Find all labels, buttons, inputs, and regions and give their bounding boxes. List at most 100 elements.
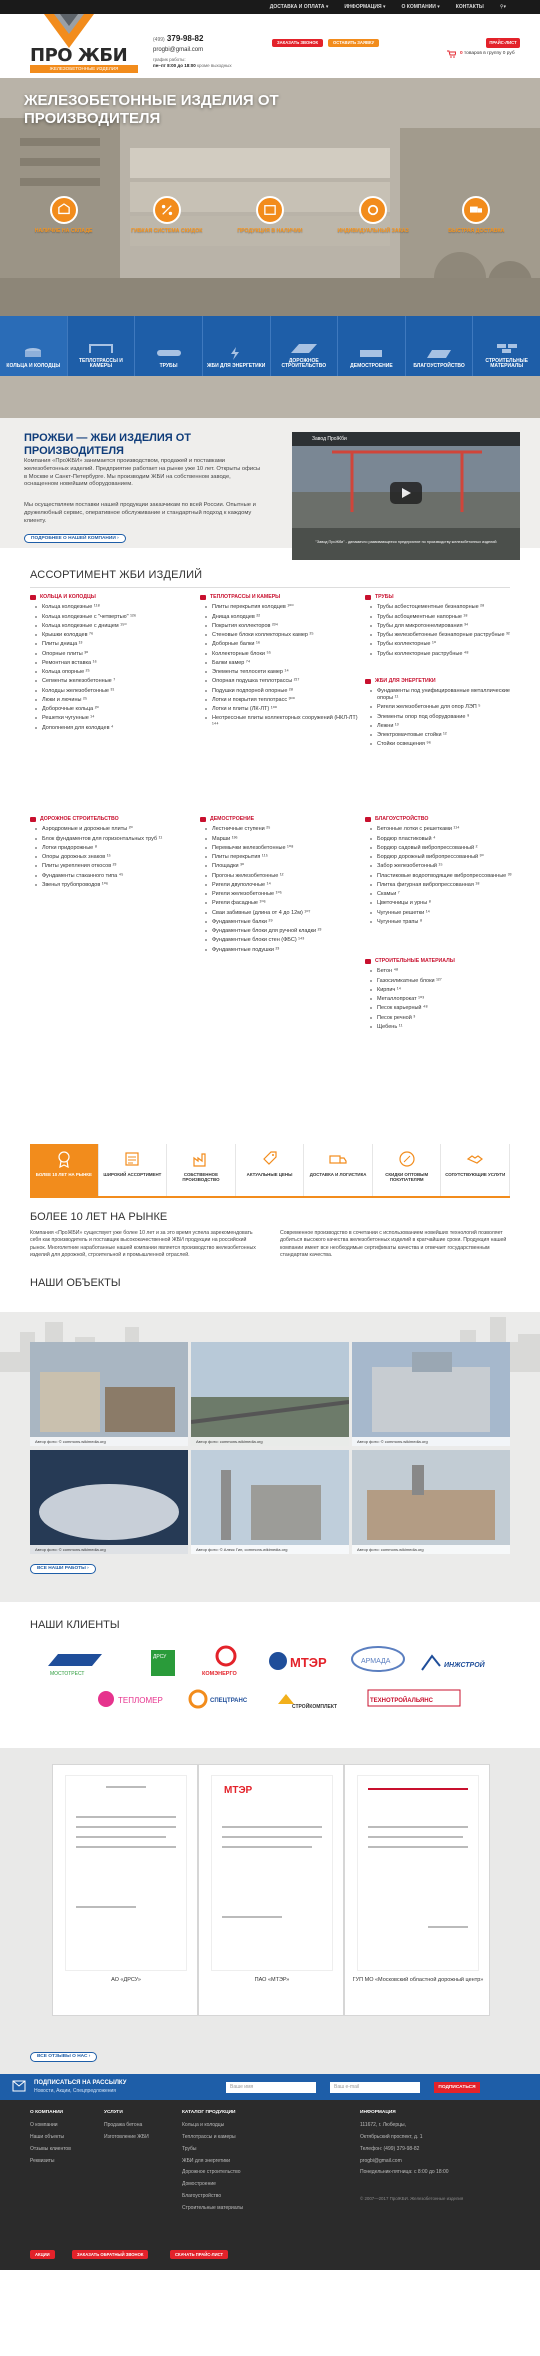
list-item[interactable]: Подушки подпорной опорные ²⁸ — [200, 688, 360, 695]
footer-link[interactable]: Строительные материалы — [182, 2205, 243, 2212]
object-photo[interactable]: Автор фото: © commons.wikimedia.org — [352, 1342, 510, 1446]
footer-link[interactable]: О компании — [30, 2122, 71, 2129]
client-logo[interactable]: АРМАДА — [348, 1646, 408, 1676]
list-item[interactable]: Чугунные трапы ⁸ — [365, 919, 525, 926]
cart-summary[interactable]: 0 товаров в группу 0 руб — [460, 51, 515, 57]
client-logo[interactable]: ДРСУ — [148, 1648, 178, 1678]
list-item[interactable]: Ригели фасадные ¹⁰⁶ — [200, 900, 360, 907]
tab-production[interactable]: СОБСТВЕННОЕ ПРОИЗВОДСТВО — [167, 1144, 236, 1196]
list-item[interactable]: Плиты укрепления откосов ²³ — [30, 863, 190, 870]
list-item[interactable]: Фундаментные подушки ²³ — [200, 947, 360, 954]
topnav-contacts[interactable]: КОНТАКТЫ — [456, 4, 484, 11]
phone[interactable]: (499) 379-98-82 — [153, 34, 253, 45]
list-item[interactable]: Кольца колодезные с "четвертью" ¹²⁶ — [30, 614, 190, 621]
client-logo[interactable]: СПЕЦТРАНС — [188, 1684, 264, 1714]
list-item[interactable]: Лотки и плиты (ЛК-ЛТ) ¹⁰⁰ — [200, 706, 360, 713]
email-input[interactable]: Ваш e-mail — [330, 2082, 420, 2093]
list-item[interactable]: Звенья трубопроводов ¹⁰⁶ — [30, 882, 190, 889]
download-price-button[interactable]: СКАЧАТЬ ПРАЙС-ЛИСТ — [170, 2250, 229, 2259]
list-item[interactable]: Люки и лючины ²⁵ — [30, 697, 190, 704]
footer-link[interactable]: Теплотрассы и камеры — [182, 2134, 243, 2141]
list-item[interactable]: Опоры дорожных знаков ¹⁵ — [30, 854, 190, 861]
list-item[interactable]: Кольца опорные ²⁵ — [30, 669, 190, 676]
tab-delivery[interactable]: ДОСТАВКА И ЛОГИСТИКА — [304, 1144, 373, 1196]
list-item[interactable]: Блок фундаментов для горизонтальных труб… — [30, 836, 190, 843]
list-item[interactable]: Бетон ⁴⁸ — [365, 968, 525, 975]
list-item[interactable]: Ригели двуполочные ¹⁴ — [200, 882, 360, 889]
footer-link[interactable]: ЖБИ для энергетики — [182, 2158, 243, 2165]
list-item[interactable]: Ригели железобетонные для опор ЛЭП ⁵ — [365, 704, 525, 711]
list-item[interactable]: Плиты днища ¹³ — [30, 641, 190, 648]
list-item[interactable]: Опорная подушка теплотрассы ²¹⁷ — [200, 678, 360, 685]
tab-years[interactable]: БОЛЕЕ 10 ЛЕТ НА РЫНКЕ — [30, 1144, 99, 1196]
list-item[interactable]: Бордюр пластиковый ⁴ — [365, 836, 525, 843]
all-reviews-button[interactable]: ВСЕ ОТЗЫВЫ О НАС › — [30, 2052, 98, 2062]
list-item[interactable]: Фундаменты под унифицированные металличе… — [365, 688, 525, 702]
list-item[interactable]: Трубы для микротоннелирования ³⁴ — [365, 623, 525, 630]
list-item[interactable]: Трубы железобетонные безнапорные раструб… — [365, 632, 525, 639]
list-item[interactable]: Плитка фигурная вибропрессованная ¹⁸ — [365, 882, 525, 889]
client-logo[interactable]: ТЕПЛОМЕР — [96, 1684, 178, 1714]
list-item[interactable]: Покрытия коллекторов ²³⁴ — [200, 623, 360, 630]
list-item[interactable]: Щебень ¹¹ — [365, 1024, 525, 1031]
group-title[interactable]: КОЛЬЦА И КОЛОДЦЫ — [30, 594, 190, 601]
promotions-button[interactable]: АКЦИИ — [30, 2250, 55, 2259]
footer-link[interactable]: Отзывы клиентов — [30, 2146, 71, 2153]
list-item[interactable]: Плиты перекрытия колодцев ¹⁰⁰ — [200, 604, 360, 611]
topnav-company[interactable]: О КОМПАНИИ ▾ — [402, 4, 440, 11]
group-title[interactable]: БЛАГОУСТРОЙСТВО — [365, 816, 525, 823]
client-logo[interactable]: ТЕХНОТРОЙАЛЬЯНС — [366, 1684, 462, 1714]
client-logo[interactable]: ИНЖСТРОЙ — [418, 1648, 506, 1678]
list-item[interactable]: Элементы опор под оборудование ⁹ — [365, 714, 525, 721]
list-item[interactable]: Кольца колодезные ¹¹⁸ — [30, 604, 190, 611]
price-list-button[interactable]: ПРАЙС-ЛИСТ — [486, 38, 520, 48]
list-item[interactable]: Пластиковые водоотводящие вибропрессован… — [365, 873, 525, 880]
object-photo[interactable]: Автор фото: © commons.wikimedia.org — [30, 1342, 188, 1446]
list-item[interactable]: Трубы асбоцементные напорные ¹⁸ — [365, 614, 525, 621]
tab-prices[interactable]: АКТУАЛЬНЫЕ ЦЕНЫ — [236, 1144, 305, 1196]
category-pipes[interactable]: ТРУБЫ — [135, 316, 203, 376]
all-works-button[interactable]: ВСЕ НАШИ РАБОТЫ › — [30, 1564, 96, 1574]
list-item[interactable]: Площадки ³⁰ — [200, 863, 360, 870]
object-photo[interactable]: Автор фото: commons.wikimedia.org — [352, 1450, 510, 1554]
review-card[interactable]: ГУП МО «Московский областной дорожный це… — [344, 1764, 490, 2016]
list-item[interactable]: Дополнения для колодцев ⁴ — [30, 725, 190, 732]
footer-link[interactable]: Изготовление ЖБИ — [104, 2134, 149, 2141]
list-item[interactable]: Прогоны железобетонные ¹² — [200, 873, 360, 880]
list-item[interactable]: Колодцы железобетонные ³¹ — [30, 688, 190, 695]
tab-range[interactable]: ШИРОКИЙ АССОРТИМЕНТ — [99, 1144, 168, 1196]
list-item[interactable]: Фундаментные балки ²⁹ — [200, 919, 360, 926]
email[interactable]: progbi@gmail.com — [153, 46, 253, 54]
category-housing[interactable]: ДЕМОСТРОЕНИЕ — [338, 316, 406, 376]
list-item[interactable]: Бордюр садовый вибропрессованный ² — [365, 845, 525, 852]
list-item[interactable]: Ремонтная вставка ¹⁶ — [30, 660, 190, 667]
footer-link[interactable]: Реквизиты — [30, 2158, 71, 2165]
category-road[interactable]: ДОРОЖНОЕ СТРОИТЕЛЬСТВО — [271, 316, 339, 376]
list-item[interactable]: Стеновые блоки коллекторных камер ²⁵ — [200, 632, 360, 639]
footer-link[interactable]: Наши объекты — [30, 2134, 71, 2141]
logo[interactable]: ПРО ЖБИ ЖЕЛЕЗОБЕТОННЫЕ ИЗДЕЛИЯ — [10, 14, 145, 74]
review-card[interactable]: МТЭР ПАО «МТЭР» — [198, 1764, 344, 2016]
list-item[interactable]: Элементы теплосети камер ¹⁴ — [200, 669, 360, 676]
list-item[interactable]: Ригели железобетонные ¹⁰⁵ — [200, 891, 360, 898]
list-item[interactable]: Марши ¹³⁶ — [200, 836, 360, 843]
list-item[interactable]: Лотки и покрытия теплотрасс ³⁰⁰ — [200, 697, 360, 704]
tab-discounts[interactable]: СКИДКИ ОПТОВЫМ ПОКУПАТЕЛЯМ — [373, 1144, 442, 1196]
list-item[interactable]: Металлопрокат ¹⁰³ — [365, 996, 525, 1003]
cart-icon[interactable] — [447, 50, 456, 58]
list-item[interactable]: Кольца колодезные с днищем ¹⁵⁰ — [30, 623, 190, 630]
list-item[interactable]: Балки камер ⁷⁴ — [200, 660, 360, 667]
about-more-button[interactable]: ПОДРОБНЕЕ О НАШЕЙ КОМПАНИИ › — [24, 534, 126, 543]
video-player[interactable]: Завод ПроЖби "Завод ПроЖби" - динамично … — [292, 432, 520, 560]
list-item[interactable]: Песок речной ³ — [365, 1015, 525, 1022]
list-item[interactable]: Аэродромные и дорожные плиты ²⁰ — [30, 826, 190, 833]
list-item[interactable]: Песок карьерный ⁴⁸ — [365, 1005, 525, 1012]
group-title[interactable]: ДЕМОСТРОЕНИЕ — [200, 816, 360, 823]
list-item[interactable]: Лотки придорожные ⁸ — [30, 845, 190, 852]
footer-link[interactable]: Благоустройство — [182, 2193, 243, 2200]
topnav-delivery[interactable]: ДОСТАВКА И ОПЛАТА ▾ — [270, 4, 329, 11]
group-title[interactable]: ДОРОЖНОЕ СТРОИТЕЛЬСТВО — [30, 816, 190, 823]
callback-button[interactable]: ЗАКАЗАТЬ ОБРАТНЫЙ ЗВОНОК — [72, 2250, 149, 2259]
name-input[interactable]: Ваше имя — [226, 2082, 316, 2093]
category-landscape[interactable]: БЛАГОУСТРОЙСТВО — [406, 316, 474, 376]
